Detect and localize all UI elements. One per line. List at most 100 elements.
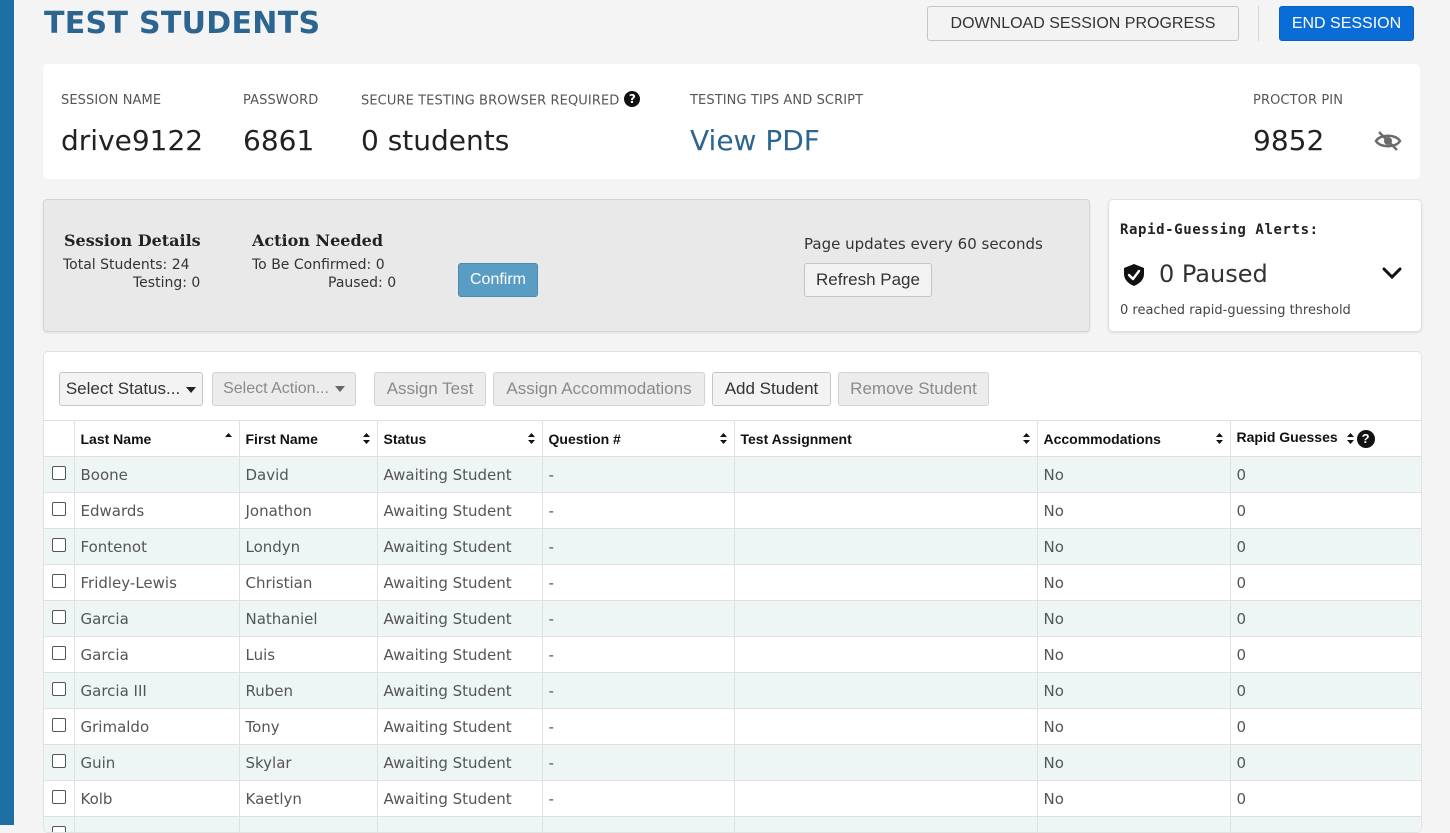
refresh-page-button[interactable]: Refresh Page xyxy=(804,263,932,297)
column-header-question[interactable]: Question # xyxy=(542,421,734,457)
eye-off-icon[interactable] xyxy=(1374,130,1402,152)
question-cell: - xyxy=(542,781,734,817)
column-header-rapid-guesses[interactable]: Rapid Guesses ? xyxy=(1230,421,1421,457)
table-row[interactable]: EdwardsJonathonAwaiting Student-No0 xyxy=(44,493,1421,529)
rapid-guesses-cell: 0 xyxy=(1230,457,1421,493)
row-checkbox[interactable] xyxy=(52,610,66,624)
test-assignment-cell xyxy=(734,529,1037,565)
table-row[interactable]: Fridley-LewisChristianAwaiting Student-N… xyxy=(44,565,1421,601)
first-name-cell: Luis xyxy=(239,637,377,673)
rapid-guesses-cell: 0 xyxy=(1230,601,1421,637)
column-label: Accommodations xyxy=(1044,431,1161,447)
to-be-confirmed-text: To Be Confirmed: 0 xyxy=(252,257,385,273)
testing-count-text: Testing: 0 xyxy=(133,275,200,291)
remove-student-button[interactable]: Remove Student xyxy=(838,372,989,406)
status-cell: Awaiting Student xyxy=(377,601,542,637)
row-checkbox-cell xyxy=(44,529,74,565)
session-info-card: SESSION NAME drive9122 PASSWORD 6861 SEC… xyxy=(43,64,1420,179)
chevron-down-icon[interactable] xyxy=(1381,266,1403,282)
table-row[interactable]: GrimaldoTonyAwaiting Student-No0 xyxy=(44,709,1421,745)
accommodations-cell: No xyxy=(1037,745,1230,781)
column-header-first-name[interactable]: First Name xyxy=(239,421,377,457)
help-icon[interactable]: ? xyxy=(624,91,640,107)
first-name-cell: Kaetlyn xyxy=(239,781,377,817)
select-status-dropdown[interactable]: Select Status... xyxy=(59,372,203,406)
add-student-button[interactable]: Add Student xyxy=(712,372,831,406)
table-row[interactable]: GuinSkylarAwaiting Student-No0 xyxy=(44,745,1421,781)
students-table: Last Name First Name Status Question # T… xyxy=(44,420,1421,833)
row-checkbox[interactable] xyxy=(52,538,66,552)
session-name-label: SESSION NAME xyxy=(61,93,161,108)
sort-icon[interactable] xyxy=(1022,432,1031,445)
help-icon[interactable]: ? xyxy=(1357,430,1375,448)
sort-ascending-icon[interactable] xyxy=(224,432,233,445)
row-checkbox[interactable] xyxy=(52,682,66,696)
row-checkbox[interactable] xyxy=(52,466,66,480)
last-name-cell: Edwards xyxy=(74,493,239,529)
row-checkbox[interactable] xyxy=(52,646,66,660)
table-row[interactable]: FontenotLondynAwaiting Student-No0 xyxy=(44,529,1421,565)
last-name-cell: Fontenot xyxy=(74,529,239,565)
table-row[interactable]: GarciaLuisAwaiting Student-No0 xyxy=(44,637,1421,673)
sort-icon[interactable] xyxy=(719,432,728,445)
confirm-button[interactable]: Confirm xyxy=(458,263,538,297)
status-cell: Awaiting Student xyxy=(377,745,542,781)
row-checkbox[interactable] xyxy=(52,826,66,833)
first-name-cell: David xyxy=(239,457,377,493)
total-students-text: Total Students: 24 xyxy=(63,257,190,273)
question-cell: - xyxy=(542,709,734,745)
test-assignment-cell xyxy=(734,745,1037,781)
threshold-text: 0 reached rapid-guessing threshold xyxy=(1120,303,1351,318)
rapid-guesses-cell: 0 xyxy=(1230,637,1421,673)
row-checkbox[interactable] xyxy=(52,502,66,516)
column-header-last-name[interactable]: Last Name xyxy=(74,421,239,457)
assign-accommodations-button[interactable]: Assign Accommodations xyxy=(493,372,705,406)
row-checkbox[interactable] xyxy=(52,754,66,768)
select-action-dropdown[interactable]: Select Action... xyxy=(212,372,356,406)
proctor-pin-value: 9852 xyxy=(1253,124,1324,157)
table-row[interactable]: GarciaNathanielAwaiting Student-No0 xyxy=(44,601,1421,637)
header-divider xyxy=(1258,6,1259,41)
download-session-progress-button[interactable]: DOWNLOAD SESSION PROGRESS xyxy=(927,6,1239,41)
table-row[interactable]: BooneDavidAwaiting Student-No0 xyxy=(44,457,1421,493)
row-checkbox[interactable] xyxy=(52,718,66,732)
question-cell: - xyxy=(542,565,734,601)
accommodations-cell: No xyxy=(1037,673,1230,709)
sort-icon[interactable] xyxy=(362,432,371,445)
column-header-accommodations[interactable]: Accommodations xyxy=(1037,421,1230,457)
column-label: First Name xyxy=(246,431,318,447)
last-name-cell: Garcia III xyxy=(74,673,239,709)
table-row[interactable]: Garcia IIIRubenAwaiting Student-No0 xyxy=(44,673,1421,709)
first-name-cell: Jonathon xyxy=(239,493,377,529)
view-pdf-link[interactable]: View PDF xyxy=(690,124,820,157)
column-header-status[interactable]: Status xyxy=(377,421,542,457)
first-name-cell: Christian xyxy=(239,565,377,601)
question-cell: - xyxy=(542,745,734,781)
test-assignment-cell xyxy=(734,457,1037,493)
row-checkbox[interactable] xyxy=(52,790,66,804)
row-checkbox-cell xyxy=(44,493,74,529)
paused-count-text: Paused: 0 xyxy=(328,275,396,291)
question-cell: - xyxy=(542,529,734,565)
sort-icon[interactable] xyxy=(1346,432,1355,445)
secure-browser-value: 0 students xyxy=(361,124,509,157)
end-session-button[interactable]: END SESSION xyxy=(1279,6,1414,41)
assign-test-button[interactable]: Assign Test xyxy=(374,372,486,406)
table-row[interactable]: KolbKaetlynAwaiting Student-No0 xyxy=(44,781,1421,817)
password-label: PASSWORD xyxy=(243,93,318,108)
status-cell: Awaiting Student xyxy=(377,457,542,493)
accommodations-cell: No xyxy=(1037,637,1230,673)
test-assignment-cell xyxy=(734,673,1037,709)
rapid-guesses-cell: 0 xyxy=(1230,529,1421,565)
row-checkbox-cell xyxy=(44,781,74,817)
question-cell: - xyxy=(542,457,734,493)
column-label: Last Name xyxy=(81,431,152,447)
row-checkbox[interactable] xyxy=(52,574,66,588)
sort-icon[interactable] xyxy=(527,432,536,445)
session-name-value: drive9122 xyxy=(61,124,203,157)
test-assignment-cell xyxy=(734,565,1037,601)
sort-icon[interactable] xyxy=(1215,432,1224,445)
session-details-heading: Session Details xyxy=(64,231,201,250)
column-header-test-assignment[interactable]: Test Assignment xyxy=(734,421,1037,457)
testing-tips-label: TESTING TIPS AND SCRIPT xyxy=(690,93,863,108)
